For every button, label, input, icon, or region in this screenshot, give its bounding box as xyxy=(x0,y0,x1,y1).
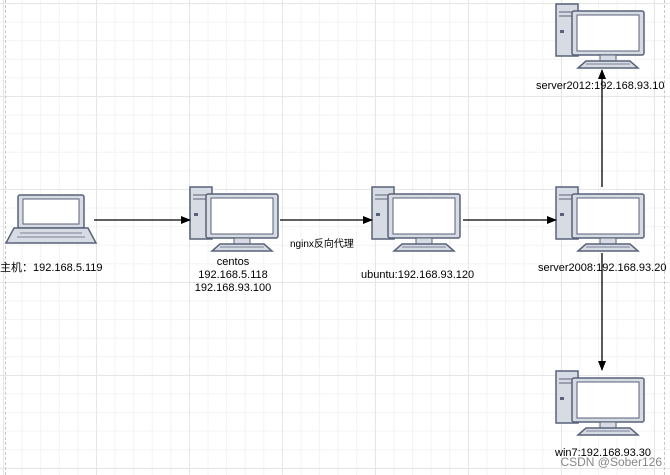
watermark: CSDN @Sober126 xyxy=(560,455,662,469)
centos-desktop-icon xyxy=(189,186,279,252)
host-laptop-icon xyxy=(4,194,98,244)
server2012-label: server2012:192.168.93.10 xyxy=(536,80,665,92)
centos-ip1-label: 192.168.5.118 xyxy=(198,269,268,281)
server2012-desktop-icon xyxy=(555,3,645,69)
ubuntu-label: ubuntu:192.168.93.120 xyxy=(361,269,475,281)
centos-name-label: centos xyxy=(216,256,250,268)
server2008-label: server2008:192.168.93.20 xyxy=(538,262,667,274)
win7-desktop-icon xyxy=(555,370,645,436)
proxy-edge-label: nginx反向代理 xyxy=(290,239,354,250)
ubuntu-desktop-icon xyxy=(371,186,461,252)
server2008-desktop-icon xyxy=(555,186,645,252)
centos-ip2-label: 192.168.93.100 xyxy=(194,282,272,294)
host-label: 宿主机：192.168.5.119 xyxy=(0,262,103,274)
centos-label-block: centos 192.168.5.118 192.168.93.100 xyxy=(186,256,280,295)
